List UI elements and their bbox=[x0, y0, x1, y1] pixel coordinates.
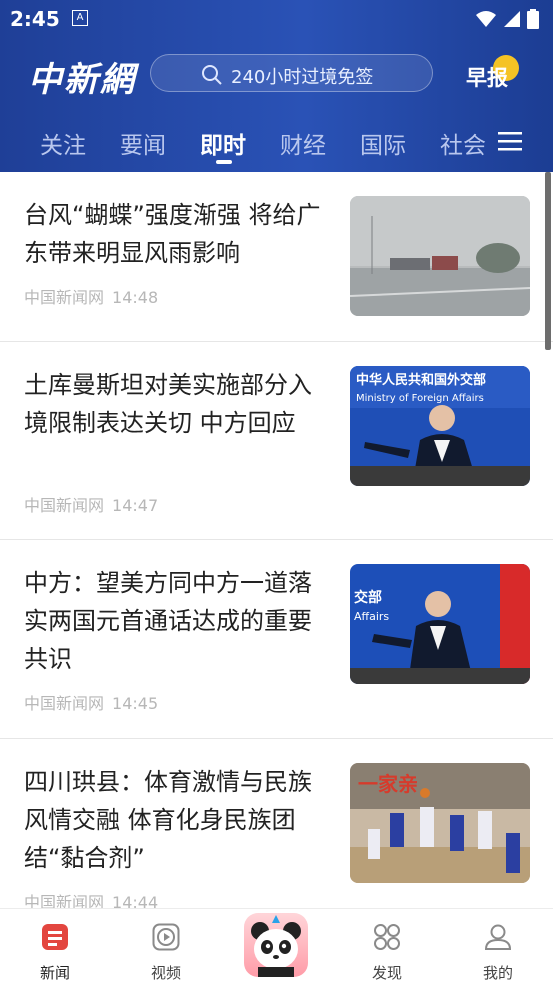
menu-icon[interactable] bbox=[498, 131, 522, 151]
status-time: 2:45 bbox=[10, 7, 60, 31]
video-icon bbox=[152, 923, 180, 951]
tab-jishi[interactable]: 即时 bbox=[200, 126, 246, 160]
photo-caption-en: Affairs bbox=[354, 610, 389, 623]
wifi-icon bbox=[476, 11, 496, 27]
search-bar[interactable]: 240小时过境免签 bbox=[150, 54, 433, 92]
news-time: 14:44 bbox=[112, 893, 159, 908]
tab-shehui[interactable]: 社会 bbox=[440, 126, 486, 160]
search-icon bbox=[202, 65, 222, 85]
news-source: 中国新闻网 bbox=[24, 893, 105, 908]
news-time: 14:48 bbox=[112, 288, 159, 307]
news-title: 四川珙县：体育激情与民族风情交融 体育化身民族团结“黏合剂” bbox=[24, 768, 312, 872]
news-title: 中方：望美方同中方一道落实两国元首通话达成的重要共识 bbox=[24, 569, 312, 673]
nav-video[interactable]: 视频 bbox=[126, 909, 206, 985]
news-time: 14:47 bbox=[112, 496, 159, 515]
news-item[interactable]: 四川珙县：体育激情与民族风情交融 体育化身民族团结“黏合剂” 中国新闻网 14:4… bbox=[0, 739, 553, 908]
news-icon bbox=[42, 924, 68, 950]
system-icons bbox=[475, 9, 539, 29]
news-meta: 中国新闻网 14:47 bbox=[24, 492, 158, 516]
news-meta: 中国新闻网 14:45 bbox=[24, 690, 158, 714]
channel-tabs: 关注 要闻 即时 财经 国际 社会 bbox=[0, 118, 553, 172]
nav-news[interactable]: 新闻 bbox=[15, 909, 95, 985]
basketball-game-photo: 一家亲 bbox=[350, 763, 530, 883]
nav-discover[interactable]: 发现 bbox=[347, 909, 427, 985]
news-thumbnail-mfa: 中华人民共和国外交部 Ministry of Foreign Affairs bbox=[350, 366, 530, 486]
news-thumbnail-basketball: 一家亲 bbox=[350, 763, 530, 883]
mfa-spokesman-photo: 交部 Affairs bbox=[350, 564, 530, 684]
morning-report-label: 早报 bbox=[466, 66, 508, 90]
nav-news-label: 新闻 bbox=[39, 964, 70, 982]
photo-caption-en: Ministry of Foreign Affairs bbox=[356, 393, 484, 404]
news-title: 台风“蝴蝶”强度渐强 将给广东带来明显风雨影响 bbox=[24, 201, 321, 267]
morning-report-button[interactable]: 早报 bbox=[466, 62, 508, 92]
news-list: 台风“蝴蝶”强度渐强 将给广东带来明显风雨影响 中国新闻网 14:48 土库曼斯坦… bbox=[0, 172, 553, 908]
news-source: 中国新闻网 bbox=[24, 694, 105, 713]
nav-panda-mascot[interactable] bbox=[244, 913, 308, 977]
news-item[interactable]: 台风“蝴蝶”强度渐强 将给广东带来明显风雨影响 中国新闻网 14:48 bbox=[0, 172, 553, 342]
news-meta: 中国新闻网 14:48 bbox=[24, 284, 158, 308]
news-item[interactable]: 土库曼斯坦对美实施部分入境限制表达关切 中方回应 中国新闻网 14:47 中华人民… bbox=[0, 342, 553, 540]
active-tab-indicator bbox=[216, 160, 232, 164]
photo-caption-cn: 一家亲 bbox=[358, 772, 418, 796]
tab-guanzhu[interactable]: 关注 bbox=[40, 126, 86, 160]
discover-icon bbox=[374, 924, 400, 950]
photo-caption-cn: 交部 bbox=[354, 589, 382, 606]
tab-guoji[interactable]: 国际 bbox=[360, 126, 406, 160]
signal-icon bbox=[504, 11, 520, 27]
scrollbar[interactable] bbox=[545, 172, 551, 350]
photo-caption-cn: 中华人民共和国外交部 bbox=[356, 372, 486, 388]
typhoon-highway-photo bbox=[350, 196, 530, 316]
battery-icon bbox=[527, 9, 539, 29]
search-placeholder: 240小时过境免签 bbox=[231, 67, 374, 88]
news-source: 中国新闻网 bbox=[24, 288, 105, 307]
news-thumbnail-typhoon bbox=[350, 196, 530, 316]
news-source: 中国新闻网 bbox=[24, 496, 105, 515]
brand-logo[interactable]: 中新網 bbox=[28, 52, 136, 101]
mfa-press-conference-photo: 中华人民共和国外交部 Ministry of Foreign Affairs bbox=[350, 366, 530, 486]
news-thumbnail-spokesman: 交部 Affairs bbox=[350, 564, 530, 684]
news-item[interactable]: 中方：望美方同中方一道落实两国元首通话达成的重要共识 中国新闻网 14:45 交部… bbox=[0, 540, 553, 739]
nav-profile-label: 我的 bbox=[482, 964, 513, 982]
tab-caijing[interactable]: 财经 bbox=[280, 126, 326, 160]
nav-video-label: 视频 bbox=[150, 964, 181, 982]
nav-profile[interactable]: 我的 bbox=[458, 909, 538, 985]
notification-a-icon: A bbox=[72, 10, 88, 26]
nav-discover-label: 发现 bbox=[371, 964, 402, 982]
app-header: 2:45 A 中新網 240小时过境免签 早报 关注 要闻 即时 财经 国际 社… bbox=[0, 0, 553, 172]
status-bar: 2:45 A bbox=[0, 0, 553, 38]
profile-icon bbox=[484, 924, 512, 950]
panda-mascot-icon bbox=[251, 915, 301, 977]
tab-yaowen[interactable]: 要闻 bbox=[120, 126, 166, 160]
news-title: 土库曼斯坦对美实施部分入境限制表达关切 中方回应 bbox=[24, 371, 312, 437]
news-meta: 中国新闻网 14:44 bbox=[24, 889, 158, 908]
news-time: 14:45 bbox=[112, 694, 159, 713]
